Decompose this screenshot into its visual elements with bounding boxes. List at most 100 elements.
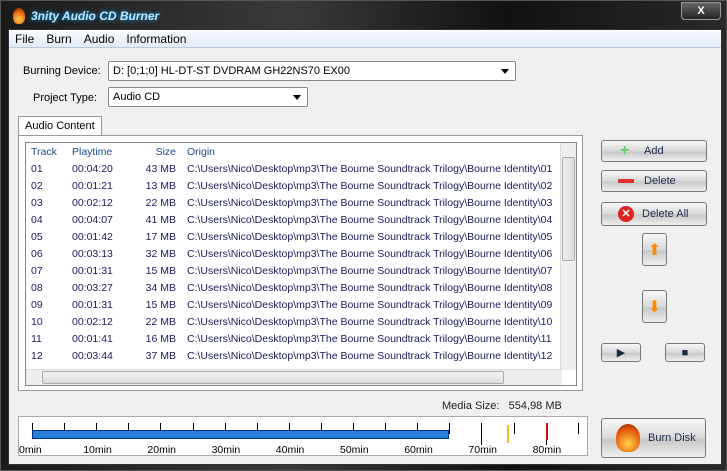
app-flame-icon [13,8,25,24]
project-type-value: Audio CD [113,91,161,103]
vertical-scrollbar[interactable] [560,143,576,370]
project-type-select[interactable]: Audio CD [108,87,308,107]
table-row[interactable]: 05 00:01:42 17 MB C:\Users\Nico\Desktop\mp3… [26,228,552,245]
menu-bar: File Burn Audio Information [9,30,721,48]
track-list: Track Playtime Size Origin 01 00:04:20 43 … [25,142,577,386]
table-row[interactable]: 01 00:04:20 43 MB C:\Users\Nico\Desktop\mp3… [26,160,552,177]
size: 41 MB [145,213,176,226]
move-up-button[interactable]: ⬆ [642,233,667,266]
tab-audio-content[interactable]: Audio Content [18,116,102,136]
scroll-thumb[interactable] [42,371,504,384]
timeline-tick-label: 60min [404,444,433,456]
chevron-down-icon [293,95,301,104]
col-origin[interactable]: Origin [176,143,552,160]
track-number: 03 [31,196,43,209]
delete-button[interactable]: Delete [601,170,707,192]
playtime: 00:02:12 [72,315,113,328]
timeline-tick-label: 50min [340,444,369,456]
origin: C:\Users\Nico\Desktop\mp3\The Bourne Sou… [187,179,553,192]
scroll-thumb[interactable] [562,157,575,261]
origin: C:\Users\Nico\Desktop\mp3\The Bourne Sou… [187,230,553,243]
table-row[interactable]: 09 00:01:31 15 MB C:\Users\Nico\Desktop\mp3… [26,296,552,313]
track-number: 12 [31,349,43,362]
origin: C:\Users\Nico\Desktop\mp3\The Bourne Sou… [187,213,553,226]
table-row[interactable]: 11 00:01:41 16 MB C:\Users\Nico\Desktop\mp3… [26,330,552,347]
size: 43 MB [145,162,176,175]
track-number: 07 [31,264,43,277]
playtime: 00:01:41 [72,332,113,345]
track-number: 02 [31,179,43,192]
size: 22 MB [145,315,176,328]
col-playtime[interactable]: Playtime [68,143,140,160]
delete-all-button[interactable]: ✕ Delete All [601,202,707,226]
table-row[interactable]: 06 00:03:13 32 MB C:\Users\Nico\Desktop\mp3… [26,245,552,262]
delete-all-icon: ✕ [618,206,634,222]
playtime: 00:04:20 [72,162,113,175]
playtime: 00:02:12 [72,196,113,209]
origin: C:\Users\Nico\Desktop\mp3\The Bourne Sou… [187,247,553,260]
origin: C:\Users\Nico\Desktop\mp3\The Bourne Sou… [187,298,553,311]
timeline-tick-label: 30min [211,444,241,456]
stop-button[interactable]: ■ [665,343,705,362]
add-button[interactable]: + Add [601,140,707,162]
origin: C:\Users\Nico\Desktop\mp3\The Bourne Sou… [187,281,553,294]
burn-disk-button[interactable]: Burn Disk [601,418,706,458]
table-row[interactable]: 07 00:01:31 15 MB C:\Users\Nico\Desktop\mp3… [26,262,552,279]
origin: C:\Users\Nico\Desktop\mp3\The Bourne Sou… [187,264,553,277]
burning-device-select[interactable]: D: [0;1;0] HL-DT-ST DVDRAM GH22NS70 EX00 [108,61,516,81]
project-type-label: Project Type: [33,92,97,104]
play-icon: ▶ [616,347,626,359]
playtime: 00:01:42 [72,230,113,243]
move-down-button[interactable]: ⬇ [642,290,667,323]
table-row[interactable]: 03 00:02:12 22 MB C:\Users\Nico\Desktop\mp3… [26,194,552,211]
menu-file[interactable]: File [15,32,34,46]
track-number: 11 [31,332,42,345]
arrow-down-icon: ⬇ [647,298,662,316]
track-table: Track Playtime Size Origin 01 00:04:20 43 … [26,143,552,364]
playtime: 00:04:07 [72,213,113,226]
table-row[interactable]: 10 00:02:12 22 MB C:\Users\Nico\Desktop\mp3… [26,313,552,330]
timeline-tick-label: 80min [532,444,562,456]
play-button[interactable]: ▶ [601,343,641,362]
burning-device-value: D: [0;1;0] HL-DT-ST DVDRAM GH22NS70 EX00 [113,65,350,77]
playtime: 00:01:31 [72,298,113,311]
table-row[interactable]: 04 00:04:07 41 MB C:\Users\Nico\Desktop\mp3… [26,211,552,228]
table-row[interactable]: 12 00:03:44 37 MB C:\Users\Nico\Desktop\mp3… [26,347,552,364]
burn-flame-icon [616,424,640,452]
menu-audio[interactable]: Audio [84,32,115,46]
track-number: 04 [31,213,43,226]
size: 15 MB [145,264,176,277]
size: 22 MB [145,196,176,209]
table-row[interactable]: 08 00:03:27 34 MB C:\Users\Nico\Desktop\mp3… [26,279,552,296]
size: 34 MB [145,281,176,294]
audio-content-panel: Track Playtime Size Origin 01 00:04:20 43 … [18,135,583,391]
chevron-down-icon [501,69,509,78]
timeline-tick [577,423,579,434]
size: 17 MB [145,230,176,243]
size: 15 MB [145,298,176,311]
timeline-tick-label: 20min [147,444,176,456]
menu-information[interactable]: Information [126,32,186,46]
table-row[interactable]: 02 00:01:21 13 MB C:\Users\Nico\Desktop\mp3… [26,177,552,194]
plus-icon: + [620,142,630,159]
timeline-tick-label: 0min [19,444,42,456]
client-area: File Burn Audio Information Burning Devi… [8,29,722,465]
col-size[interactable]: Size [140,143,176,160]
table-header: Track Playtime Size Origin [26,143,552,160]
origin: C:\Users\Nico\Desktop\mp3\The Bourne Sou… [187,315,553,328]
col-track[interactable]: Track [26,143,68,160]
delete-all-label: Delete All [642,208,689,220]
menu-burn[interactable]: Burn [46,32,71,46]
horizontal-scrollbar[interactable] [26,369,562,385]
playtime: 00:01:31 [72,264,113,277]
add-label: Add [644,145,664,157]
capacity-timeline: 0min 10min 20min 30min 40min 50min 60min 70min 8… [18,416,588,456]
playtime: 00:03:44 [72,349,113,362]
media-size: Media Size: 554,98 MB [442,400,562,412]
stop-icon: ■ [681,346,689,359]
playtime: 00:01:21 [72,179,113,192]
timeline-tick-label: 40min [275,444,305,456]
media-size-label: Media Size: [442,400,500,412]
close-button[interactable]: X [681,2,721,20]
track-number: 09 [31,298,43,311]
